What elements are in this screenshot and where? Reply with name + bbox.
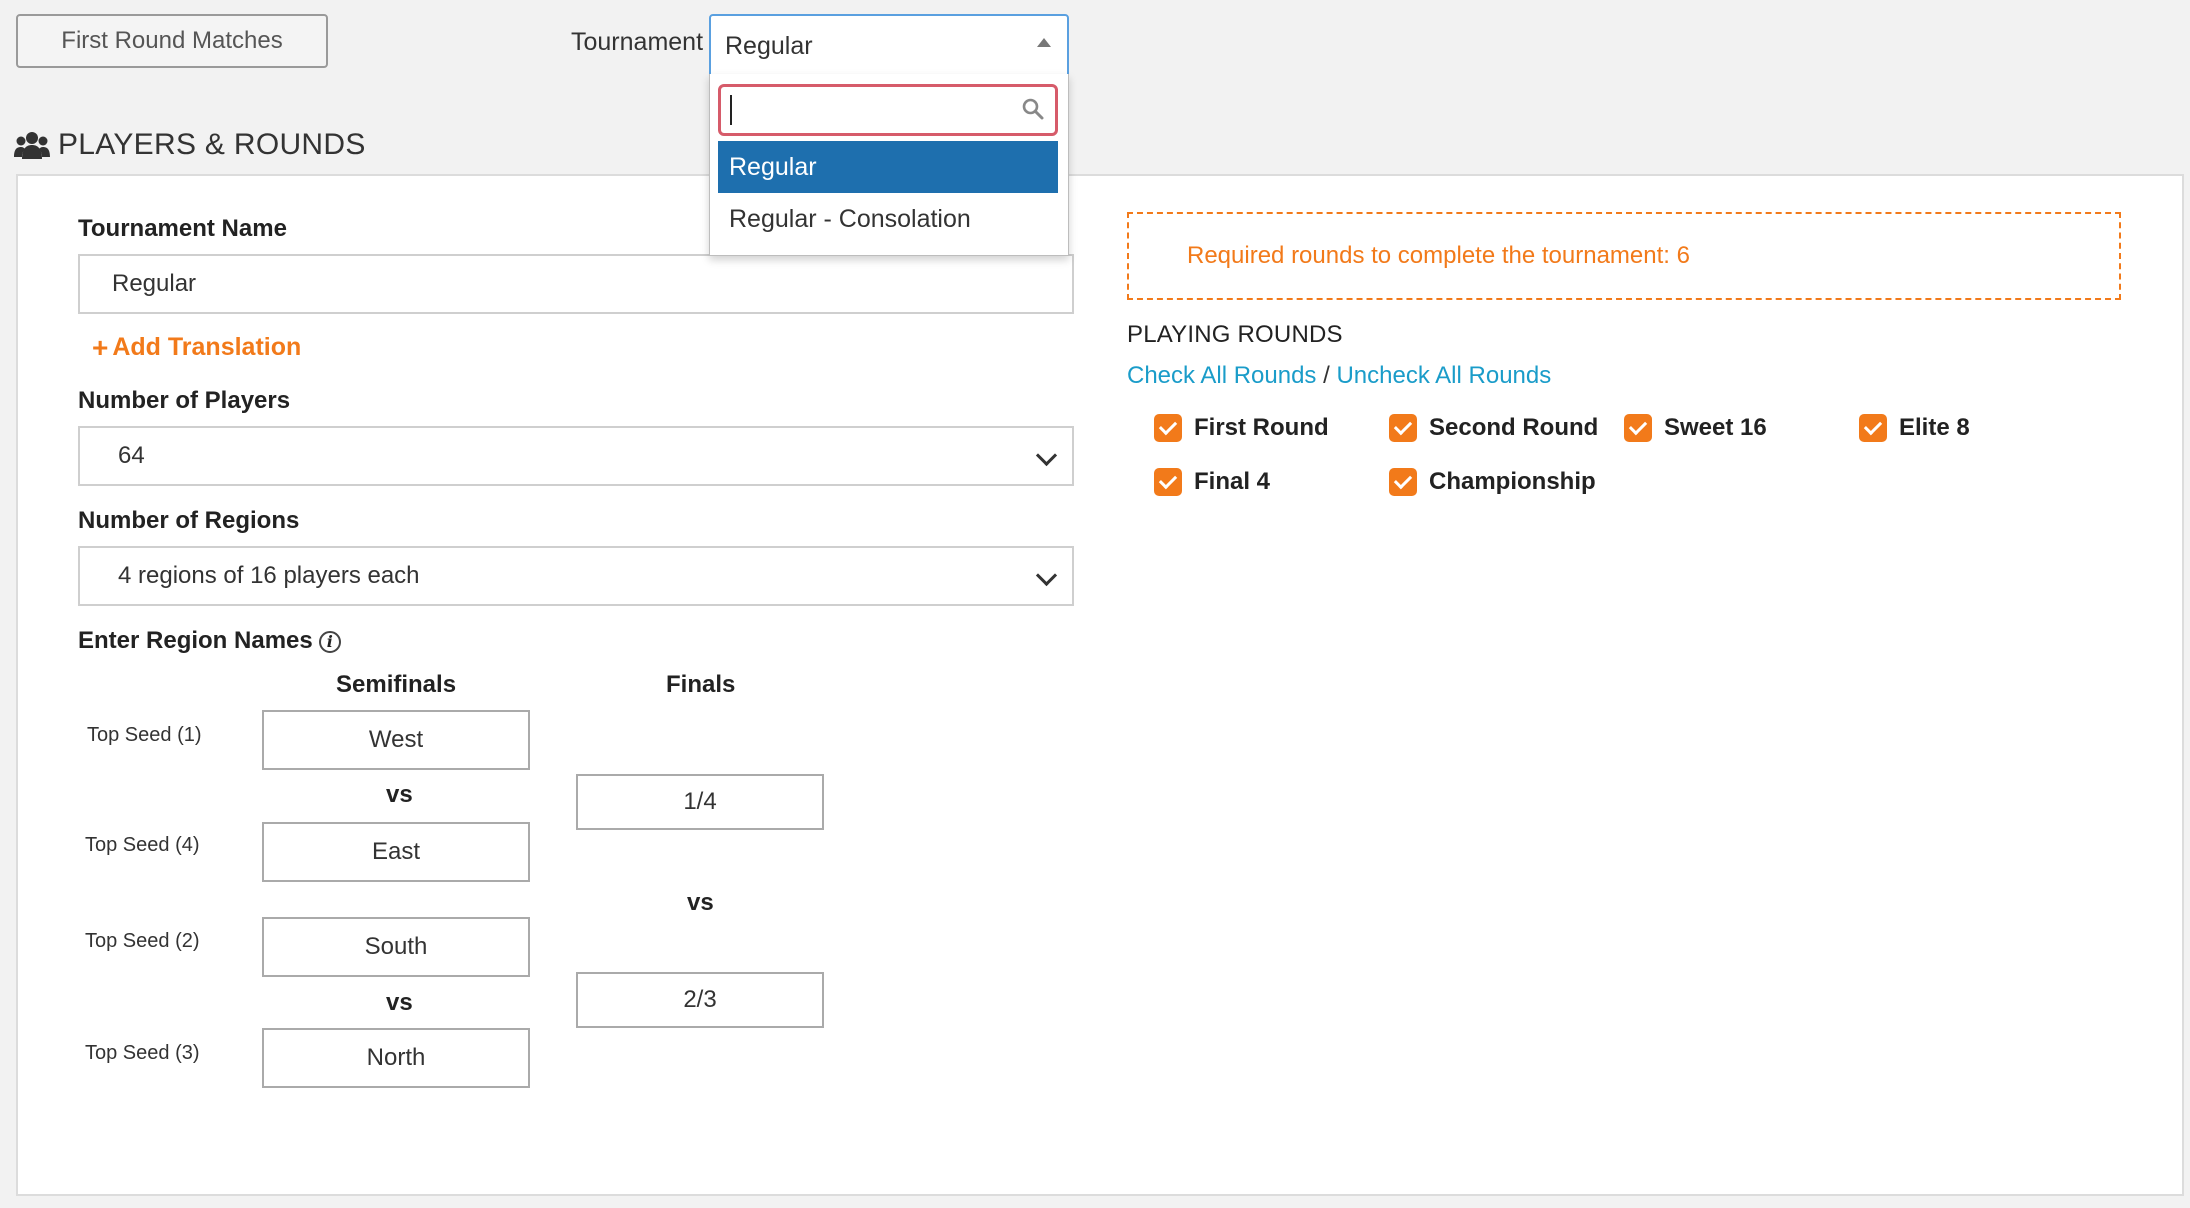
region-names-text: Enter Region Names <box>78 627 313 654</box>
round-checkbox-sweet-16[interactable]: Sweet 16 <box>1624 414 1767 442</box>
add-translation-label: Add Translation <box>112 333 302 361</box>
playing-rounds-title: PLAYING ROUNDS <box>1127 321 1343 348</box>
num-regions-label: Number of Regions <box>78 507 300 534</box>
seed-label: Top Seed (1) <box>87 724 202 746</box>
search-icon <box>1022 98 1044 120</box>
text-cursor <box>730 95 732 125</box>
region-input-south[interactable]: South <box>262 917 530 977</box>
caret-up-icon <box>1037 38 1051 47</box>
checkbox-checked-icon <box>1154 414 1182 442</box>
vs-label: vs <box>687 889 714 916</box>
round-label: Second Round <box>1429 414 1599 441</box>
seed-label: Top Seed (2) <box>85 930 200 952</box>
checkbox-checked-icon <box>1859 414 1887 442</box>
checkbox-checked-icon <box>1154 468 1182 496</box>
round-checkbox-second-round[interactable]: Second Round <box>1389 414 1598 442</box>
round-checkbox-championship[interactable]: Championship <box>1389 468 1596 496</box>
dropdown-option-regular[interactable]: Regular <box>718 141 1058 193</box>
seed-label: Top Seed (4) <box>85 834 200 856</box>
vs-label: vs <box>386 989 413 1016</box>
region-input-west[interactable]: West <box>262 710 530 770</box>
checkbox-checked-icon <box>1624 414 1652 442</box>
link-separator: / <box>1323 362 1330 389</box>
add-translation-link[interactable]: + Add Translation <box>92 333 301 362</box>
round-label: Final 4 <box>1194 468 1271 495</box>
info-icon[interactable]: i <box>318 630 341 653</box>
finals-input-2-3[interactable]: 2/3 <box>576 972 824 1028</box>
chevron-down-icon <box>1035 444 1058 467</box>
tournament-name-label: Tournament Name <box>78 215 287 242</box>
tournament-name-value: Regular <box>112 270 197 297</box>
round-label: Sweet 16 <box>1664 414 1767 441</box>
region-input-east[interactable]: East <box>262 822 530 882</box>
region-name: South <box>364 933 428 960</box>
round-label: Championship <box>1429 468 1596 495</box>
check-links: Check All Rounds / Uncheck All Rounds <box>1127 362 1551 390</box>
finals-value: 1/4 <box>683 788 717 815</box>
dropdown-search-field[interactable] <box>718 84 1058 136</box>
tournament-dropdown: Regular Regular - Consolation <box>709 74 1069 256</box>
uncheck-all-rounds-link[interactable]: Uncheck All Rounds <box>1336 362 1551 389</box>
round-label: First Round <box>1194 414 1329 441</box>
tournament-name-input[interactable]: Regular <box>78 254 1074 314</box>
num-regions-select[interactable]: 4 regions of 16 players each <box>78 546 1074 606</box>
num-players-label: Number of Players <box>78 387 291 414</box>
chevron-down-icon <box>1035 564 1058 587</box>
finals-value: 2/3 <box>683 986 717 1013</box>
num-players-value: 64 <box>118 442 145 469</box>
section-title: PLAYERS & ROUNDS <box>58 128 366 161</box>
checkbox-checked-icon <box>1389 468 1417 496</box>
round-checkbox-final-4[interactable]: Final 4 <box>1154 468 1270 496</box>
first-round-matches-button[interactable]: First Round Matches <box>16 14 328 68</box>
finals-input-1-4[interactable]: 1/4 <box>576 774 824 830</box>
region-name: East <box>371 838 421 865</box>
dropdown-option-regular-consolation[interactable]: Regular - Consolation <box>718 193 1058 245</box>
semifinals-header: Semifinals <box>336 671 457 698</box>
required-rounds-notice: Required rounds to complete the tourname… <box>1127 212 2121 300</box>
vs-label: vs <box>386 781 413 808</box>
tournament-select-value: Regular <box>725 32 813 60</box>
finals-header: Finals <box>666 671 736 698</box>
region-name: West <box>368 726 424 753</box>
dropdown-search-input[interactable] <box>727 93 1021 129</box>
round-checkbox-first-round[interactable]: First Round <box>1154 414 1329 442</box>
region-names-label: Enter Region Names i <box>78 627 341 655</box>
round-checkbox-elite-8[interactable]: Elite 8 <box>1859 414 1970 442</box>
region-input-north[interactable]: North <box>262 1028 530 1088</box>
required-rounds-text: Required rounds to complete the tourname… <box>1187 242 1690 269</box>
tournament-select[interactable]: Regular <box>709 14 1069 76</box>
round-label: Elite 8 <box>1899 414 1970 441</box>
check-all-rounds-link[interactable]: Check All Rounds <box>1127 362 1316 389</box>
plus-icon: + <box>92 331 109 363</box>
num-regions-value: 4 regions of 16 players each <box>118 562 420 589</box>
section-header: PLAYERS & ROUNDS <box>14 128 366 162</box>
checkbox-checked-icon <box>1389 414 1417 442</box>
region-name: North <box>366 1044 426 1071</box>
users-icon <box>14 132 50 159</box>
tournament-label: Tournament <box>571 28 704 56</box>
num-players-select[interactable]: 64 <box>78 426 1074 486</box>
seed-label: Top Seed (3) <box>85 1042 200 1064</box>
